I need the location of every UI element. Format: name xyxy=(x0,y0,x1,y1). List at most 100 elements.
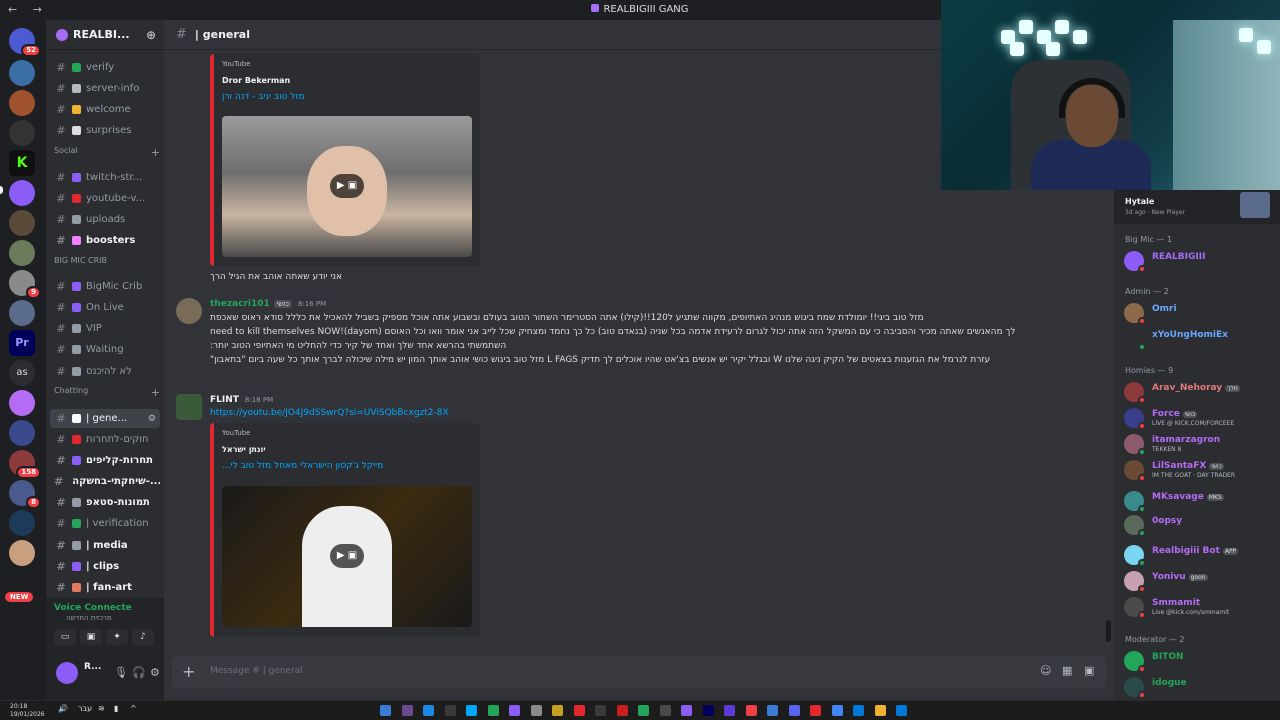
taskbar-app-icon[interactable] xyxy=(767,705,778,716)
taskbar-app-icon[interactable] xyxy=(724,705,735,716)
settings-gear-icon[interactable]: ⚙ xyxy=(150,666,160,679)
avatar[interactable] xyxy=(176,394,202,420)
server-icon[interactable]: as xyxy=(9,360,35,386)
channel-item[interactable]: # VIP xyxy=(50,319,160,338)
avatar[interactable] xyxy=(56,662,78,684)
server-icon[interactable]: 8 xyxy=(9,480,41,509)
message-input[interactable]: Message # | general xyxy=(210,666,303,676)
play-icon[interactable]: ▶ ▣ xyxy=(330,544,364,568)
message-author[interactable]: thezacri101 כושי 8:16 PM xyxy=(210,299,326,309)
taskbar-app-icon[interactable] xyxy=(401,705,413,716)
server-icon-dm[interactable]: 52 xyxy=(9,28,41,57)
channel-item[interactable]: # twitch-str... xyxy=(50,168,160,187)
message-composer[interactable]: + Message # | general ☺ ▦ ▣ xyxy=(172,656,1106,688)
activity-card[interactable]: Hytale 3d ago · New Player xyxy=(1114,190,1280,224)
voice-channel-name[interactable]: מרכזית החדשה xyxy=(66,614,112,622)
member-item[interactable]: 0opsy xyxy=(1124,514,1274,537)
member-item[interactable]: Force כושי LIVE @ KICK.COM/FORCEEE xyxy=(1124,407,1274,430)
server-icon-active[interactable] xyxy=(9,180,35,206)
channel-item[interactable]: # youtube-v... xyxy=(50,189,160,208)
server-icon[interactable] xyxy=(9,120,35,146)
channel-item[interactable]: # BigMic Crib xyxy=(50,277,160,296)
member-item[interactable]: MKsavage MKS xyxy=(1124,490,1274,513)
channel-item[interactable]: # | verification xyxy=(50,514,160,533)
taskbar-app-icon[interactable] xyxy=(896,705,907,716)
server-icon[interactable]: 158 xyxy=(9,450,41,479)
wifi-icon[interactable]: ≋ xyxy=(98,704,105,713)
embed-author[interactable]: יונתן ישראל xyxy=(222,445,266,454)
emoji-icon[interactable]: ☺ xyxy=(1040,664,1051,677)
activity-icon[interactable]: ✦ xyxy=(106,629,128,645)
server-icon[interactable] xyxy=(9,300,35,326)
taskbar-app-icon[interactable] xyxy=(573,705,585,716)
server-icon[interactable] xyxy=(9,210,35,236)
taskbar-app-icon[interactable] xyxy=(810,705,821,716)
server-icon[interactable] xyxy=(9,420,35,446)
video-thumbnail[interactable]: ▶ ▣ xyxy=(222,116,472,257)
category-bigmic[interactable]: BIG MIC CRIB xyxy=(54,256,160,265)
embed-title[interactable]: מזל טוב יניב - דנה ורן xyxy=(222,92,305,102)
member-item[interactable]: Yonivu goon xyxy=(1124,570,1274,593)
tray-chevron-icon[interactable]: ^ xyxy=(130,704,137,713)
channel-item[interactable]: # שיחקתי-בחשקה-... xyxy=(50,472,160,491)
youtube-link[interactable]: https://youtu.be/JO4J9dSSwrQ?si=UViSQbBc… xyxy=(210,408,449,418)
member-item[interactable]: Omri xyxy=(1124,302,1274,325)
taskbar-app-icon[interactable] xyxy=(552,705,563,716)
channel-item[interactable]: # | gene... ⚙ xyxy=(50,409,160,428)
category-social[interactable]: Social + xyxy=(54,146,160,159)
channel-item[interactable]: # boosters xyxy=(50,231,160,250)
server-icon[interactable] xyxy=(9,240,35,266)
taskbar-app-icon[interactable] xyxy=(444,705,456,716)
taskbar-app-icon[interactable] xyxy=(831,705,843,716)
channel-item[interactable]: # | clips xyxy=(50,557,160,576)
taskbar-app-icon[interactable] xyxy=(745,705,757,716)
embed-title[interactable]: מייקל ג'קסון הישראלי מאחל מזל טוב לי... xyxy=(222,461,383,471)
soundboard-icon[interactable]: ♪ xyxy=(132,629,154,645)
channel-settings-icon[interactable]: ⚙ xyxy=(148,414,156,424)
message-author[interactable]: FLINT 8:18 PM xyxy=(210,395,273,405)
channel-item[interactable]: # Waiting xyxy=(50,340,160,359)
taskbar-app-icon[interactable] xyxy=(595,705,606,716)
server-icon[interactable] xyxy=(9,390,35,416)
server-icon[interactable] xyxy=(9,540,35,566)
taskbar-app-icon[interactable] xyxy=(509,705,520,716)
taskbar-app-icon[interactable] xyxy=(616,705,628,716)
channel-item[interactable]: # On Live xyxy=(50,298,160,317)
server-icon-kick[interactable]: K xyxy=(9,150,35,176)
member-item[interactable]: BITON xyxy=(1124,650,1274,673)
taskbar-app-icon[interactable] xyxy=(681,705,692,716)
user-name[interactable]: R... xyxy=(84,662,101,672)
scrollbar[interactable] xyxy=(1106,620,1111,642)
channel-item[interactable]: # חוקים-לתחרות xyxy=(50,430,160,449)
add-channel-icon[interactable]: + xyxy=(151,146,160,159)
headphones-icon[interactable]: 🎧 xyxy=(132,666,146,679)
taskbar-app-icon[interactable] xyxy=(487,705,499,716)
channel-item[interactable]: # verify xyxy=(50,58,160,77)
language-indicator[interactable]: עבר xyxy=(78,704,92,713)
attach-plus-icon[interactable]: + xyxy=(182,662,195,681)
taskbar-app-icon[interactable] xyxy=(702,705,714,716)
channel-item[interactable]: # לא להיכנס xyxy=(50,362,160,381)
volume-icon[interactable]: 🔊 xyxy=(58,704,68,713)
embed-author[interactable]: Dror Bekerman xyxy=(222,76,290,85)
member-item[interactable]: xYoUngHomiEx xyxy=(1124,328,1274,351)
channel-item[interactable]: # surprises xyxy=(50,121,160,140)
screen-share-icon[interactable]: ▣ xyxy=(80,629,102,645)
server-icon-premiere[interactable]: Pr xyxy=(9,330,35,356)
guild-header[interactable]: REALBI... ⊕ xyxy=(46,20,164,50)
channel-item[interactable]: # uploads xyxy=(50,210,160,229)
taskbar-app-icon[interactable] xyxy=(874,705,886,716)
video-thumbnail[interactable]: ▶ ▣ xyxy=(222,486,472,627)
server-icon[interactable] xyxy=(9,90,35,116)
taskbar-app-icon[interactable] xyxy=(638,705,649,716)
member-item[interactable]: Arav_Nehoray מלך xyxy=(1124,381,1274,404)
taskbar-app-icon[interactable] xyxy=(530,705,542,716)
new-badge[interactable]: NEW xyxy=(5,592,34,602)
taskbar-app-icon[interactable] xyxy=(853,705,864,716)
member-item[interactable]: itamarzagron TEKKEN 8 xyxy=(1124,433,1274,456)
channel-item[interactable]: # | fan-art xyxy=(50,578,160,597)
server-icon[interactable] xyxy=(9,60,35,86)
gift-icon[interactable]: ▣ xyxy=(1084,664,1094,677)
taskbar-app-icon[interactable] xyxy=(466,705,477,716)
server-icon[interactable] xyxy=(9,510,35,536)
